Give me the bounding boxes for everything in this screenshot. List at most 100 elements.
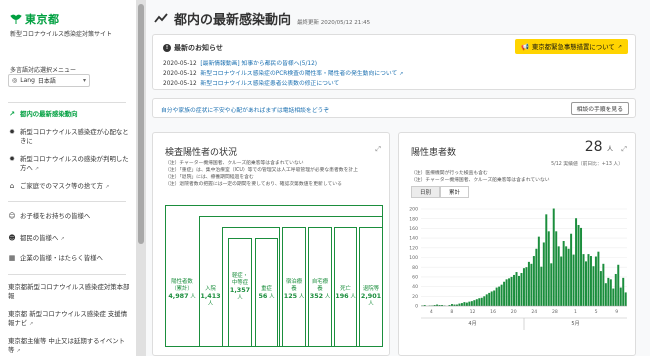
chevron-down-icon: ▾: [82, 77, 86, 84]
news-item[interactable]: 2020-05-12 [最新情報動画] 知事から都民の皆様へ(5/12): [163, 58, 317, 67]
chart-bar: [555, 231, 558, 306]
chart-bar: [500, 284, 503, 306]
value: 1,413: [200, 292, 221, 300]
chart-bar: [614, 273, 617, 306]
sidebar-scroll-thumb[interactable]: [138, 4, 144, 244]
patient-count: 28 人: [585, 139, 613, 155]
sidebar-item-confirmed[interactable]: ✹ 新型コロナウイルスの感染が判明した方へ ↗: [8, 155, 130, 174]
chart-bar: [463, 302, 466, 306]
external-link-icon: ↗: [29, 321, 34, 327]
label: 陽性者数 （累計）: [171, 279, 193, 292]
note: （注）退院者数の把握には一定の期間を要しており、確認次第数値を更新している: [165, 182, 342, 187]
expand-icon[interactable]: ⤢: [621, 145, 627, 154]
card-title: 陽性患者数: [411, 148, 457, 158]
chart-bar: [465, 302, 468, 306]
unit: 人: [207, 301, 214, 307]
emergency-measures-button[interactable]: 📢 東京都緊急事態措置について ↗: [514, 39, 628, 54]
news-item[interactable]: 2020-05-12 新型コロナウイルス感染症のPCR検査の陽性率・陽性者の発生…: [163, 68, 403, 77]
news-title: ! 最新のお知らせ: [163, 43, 223, 53]
consult-steps-button[interactable]: 相談の手順を見る: [570, 102, 629, 115]
mild-label: 軽症・ 中等症 1,357 人: [228, 273, 252, 302]
value: 4,987: [168, 292, 189, 300]
chart-bar: [480, 297, 483, 306]
chart-bar: [508, 278, 511, 306]
x-tick-label: 12: [470, 309, 476, 315]
chart-bar: [473, 300, 476, 306]
page-title: 都内の最新感染動向 最終更新 2020/05/12 21:45: [154, 9, 370, 28]
tab-cumulative[interactable]: 累計: [440, 186, 470, 198]
sidebar-item-companies[interactable]: ▦ 企業の皆様・はたらく皆様へ: [8, 254, 130, 263]
consult-text[interactable]: 自分や家族の症状に不安や心配があればまずは電話相談をどうぞ: [161, 105, 329, 114]
chart-bar: [527, 261, 530, 306]
sidebar-item-worried[interactable]: ✹ 新型コロナウイルス感染症が心配なときに: [8, 128, 130, 146]
positive-patients-card: 陽性患者数 28 人 ⤢ 5/12 実績値（前日比：+13 人） （注）医療機関…: [398, 132, 636, 356]
chart-icon: ↗: [9, 110, 15, 118]
external-link-icon: ↗: [399, 71, 404, 77]
news-link[interactable]: 新型コロナウイルス感染症患者公表数の修正について: [200, 81, 339, 87]
notes: （注）医療機関が行った検査も含む （注）チャーター機帰国者、クルーズ船乗客等は含…: [411, 170, 626, 184]
sidebar-item-hq-reports[interactable]: 東京都新型コロナウイルス感染症対策本部報: [8, 283, 130, 301]
tab-daily[interactable]: 日別: [411, 186, 441, 198]
chart-bar: [609, 279, 612, 306]
news-link[interactable]: 新型コロナウイルス感染症のPCR検査の陽性率・陽性者の発生動向について: [200, 71, 397, 77]
chart-bar: [560, 256, 563, 306]
sidebar-item-citizens[interactable]: ☻ 都民の皆様へ ↗: [8, 234, 130, 244]
sidebar-item-support-navi[interactable]: 東京都 新型コロナウイルス感染症 支援情報ナビ ↗: [8, 310, 130, 329]
chart-bar: [587, 254, 590, 306]
chart-bar: [520, 273, 523, 306]
value: 352: [309, 292, 324, 300]
sidebar-item-label: 東京都主催等 中止又は延期するイベント等: [8, 337, 126, 354]
chart-bar: [540, 266, 543, 306]
chart-bar: [537, 236, 540, 306]
chart-bar: [478, 298, 481, 306]
y-tick-label: 200: [409, 207, 418, 213]
expand-icon[interactable]: ⤢: [375, 145, 381, 154]
x-tick-label: 5: [595, 309, 598, 315]
sidebar-item-mask-disposal[interactable]: ⌂ ご家庭でのマスク等の捨て方 ↗: [8, 182, 130, 192]
tokyo-logo[interactable]: 東京都: [10, 11, 60, 27]
chart-bar: [599, 271, 602, 306]
chart-bar: [488, 292, 491, 306]
news-item[interactable]: 2020-05-12 新型コロナウイルス感染症患者公表数の修正について: [163, 78, 339, 87]
chart-bar: [490, 291, 493, 306]
news-date: 2020-05-12: [163, 81, 197, 87]
y-tick-label: 60: [412, 275, 418, 281]
parent-icon: ☺: [8, 212, 16, 220]
chart-bar: [532, 256, 535, 306]
note: （注）医療機関が行った検査も含む: [411, 171, 488, 176]
lang-value: 日本語: [37, 78, 56, 85]
chart-bar: [607, 277, 610, 306]
news-link[interactable]: [最新情報動画] 知事から都民の皆様へ(5/12): [200, 61, 317, 67]
chart-bar: [604, 283, 607, 306]
chart-bar: [557, 246, 560, 306]
sidebar-item-events[interactable]: 東京都主催等 中止又は延期するイベント等 ↗: [8, 337, 130, 356]
sidebar-item-latest-trends[interactable]: ↗ 都内の最新感染動向: [8, 110, 130, 119]
note: （注）チャーター機帰国者、クルーズ船乗客等は含まれていない: [411, 178, 550, 183]
virus-icon: ✹: [9, 155, 15, 163]
unit: 人: [298, 294, 305, 300]
month-label: 5月: [571, 321, 579, 327]
y-tick-label: 20: [412, 294, 418, 300]
chart-bar: [572, 254, 575, 306]
megaphone-icon: 📢: [520, 42, 529, 51]
lang-prefix: Lang: [20, 77, 35, 84]
severe-label: 重症 56 人: [255, 286, 278, 301]
info-icon: !: [163, 44, 171, 52]
chart-bar: [505, 279, 508, 306]
y-tick-label: 100: [409, 255, 418, 261]
patient-count-unit: 人: [606, 146, 613, 153]
trend-chart-icon: [154, 13, 168, 23]
hotel-label: 宿泊療 養 125 人: [282, 279, 306, 301]
y-tick-label: 140: [409, 236, 418, 242]
x-tick-label: 1: [574, 309, 577, 315]
news-card: ! 最新のお知らせ 📢 東京都緊急事態措置について ↗ 2020-05-12 […: [152, 34, 636, 90]
mask-icon: ⌂: [9, 182, 15, 190]
emergency-button-label: 東京都緊急事態措置について: [531, 43, 615, 51]
sidebar-item-parents[interactable]: ☺ お子様をお持ちの皆様へ: [8, 212, 130, 221]
nav-divider: [8, 102, 126, 103]
language-select[interactable]: ◎ Lang 日本語 ▾: [8, 74, 90, 87]
unit: 人: [368, 301, 374, 307]
x-tick-label: 20: [511, 309, 517, 315]
chart-tabs: 日別 累計: [411, 186, 470, 198]
chart-bar: [460, 303, 463, 306]
